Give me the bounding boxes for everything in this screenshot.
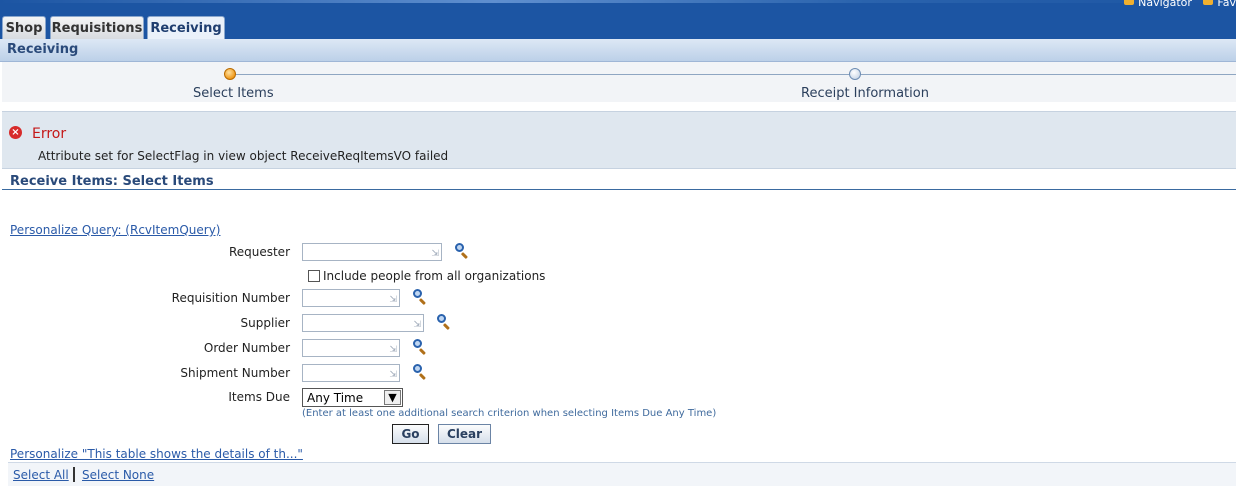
include-all-orgs-checkbox[interactable] bbox=[308, 270, 320, 282]
error-x-icon: × bbox=[9, 126, 22, 139]
search-icon[interactable] bbox=[454, 243, 470, 260]
lov-resize-icon: ⇲ bbox=[389, 370, 397, 380]
search-icon[interactable] bbox=[436, 314, 452, 331]
select-separator bbox=[73, 467, 75, 482]
search-icon[interactable] bbox=[412, 364, 428, 381]
requester-label: Requester bbox=[228, 245, 290, 259]
include-all-orgs-label: Include people from all organizations bbox=[323, 269, 546, 283]
step-current-icon bbox=[224, 68, 236, 80]
items-due-select[interactable]: Any Time ▼ bbox=[302, 388, 403, 407]
lov-resize-icon: ⇲ bbox=[389, 345, 397, 355]
requisition-number-input[interactable]: ⇲ bbox=[302, 289, 400, 307]
table-selection-bar: Select All Select None bbox=[8, 462, 1236, 486]
select-all-link[interactable]: Select All bbox=[13, 468, 69, 482]
lov-resize-icon: ⇲ bbox=[413, 320, 421, 330]
go-button[interactable]: Go bbox=[392, 424, 429, 444]
lov-resize-icon: ⇲ bbox=[431, 249, 439, 259]
subtab-receiving[interactable]: Receiving bbox=[7, 42, 78, 57]
error-message-box: × Error Attribute set for SelectFlag in … bbox=[2, 111, 1236, 169]
items-due-value: Any Time bbox=[307, 391, 364, 405]
header-highlight bbox=[0, 0, 1236, 3]
train-step-select-items: Select Items bbox=[193, 86, 274, 101]
personalize-query-link[interactable]: Personalize Query: (RcvItemQuery) bbox=[10, 223, 220, 237]
error-title: Error bbox=[32, 126, 67, 142]
search-icon[interactable] bbox=[412, 289, 428, 306]
requisition-number-label: Requisition Number bbox=[171, 291, 290, 305]
select-none-link[interactable]: Select None bbox=[82, 468, 154, 482]
train-step-receipt-information[interactable]: Receipt Information bbox=[801, 86, 929, 101]
tab-requisitions[interactable]: Requisitions bbox=[50, 16, 144, 39]
navigator-icon bbox=[1124, 0, 1135, 5]
global-header: Navigator Fav Shop Requisitions Receivin… bbox=[0, 0, 1236, 40]
shipment-number-label: Shipment Number bbox=[180, 366, 290, 380]
supplier-input[interactable]: ⇲ bbox=[302, 314, 424, 332]
order-number-label: Order Number bbox=[203, 341, 290, 355]
order-number-input[interactable]: ⇲ bbox=[302, 339, 400, 357]
navigator-link[interactable]: Navigator bbox=[1138, 0, 1192, 8]
global-links: Navigator Fav bbox=[1116, 0, 1236, 8]
shipment-number-input[interactable]: ⇲ bbox=[302, 364, 400, 382]
supplier-label: Supplier bbox=[240, 316, 290, 330]
favorites-icon bbox=[1203, 0, 1214, 5]
personalize-table-link[interactable]: Personalize "This table shows the detail… bbox=[10, 447, 303, 461]
lov-resize-icon: ⇲ bbox=[389, 295, 397, 305]
chevron-down-icon[interactable]: ▼ bbox=[384, 390, 401, 405]
step-pending-icon[interactable] bbox=[849, 68, 861, 80]
favorites-link[interactable]: Fav bbox=[1217, 0, 1236, 8]
process-train: Select Items Receipt Information bbox=[2, 62, 1236, 102]
error-text: Attribute set for SelectFlag in view obj… bbox=[38, 149, 449, 163]
subtab-bar: Receiving bbox=[0, 39, 1236, 62]
section-divider bbox=[2, 189, 1236, 190]
section-title: Receive Items: Select Items bbox=[10, 174, 214, 189]
clear-button[interactable]: Clear bbox=[438, 424, 491, 444]
search-icon[interactable] bbox=[412, 339, 428, 356]
items-due-label: Items Due bbox=[228, 390, 290, 404]
train-line bbox=[231, 74, 1236, 75]
tab-receiving[interactable]: Receiving bbox=[147, 16, 225, 40]
tab-shop[interactable]: Shop bbox=[2, 16, 46, 39]
requester-input[interactable]: ⇲ bbox=[302, 243, 442, 261]
items-due-hint: (Enter at least one additional search cr… bbox=[302, 408, 717, 419]
